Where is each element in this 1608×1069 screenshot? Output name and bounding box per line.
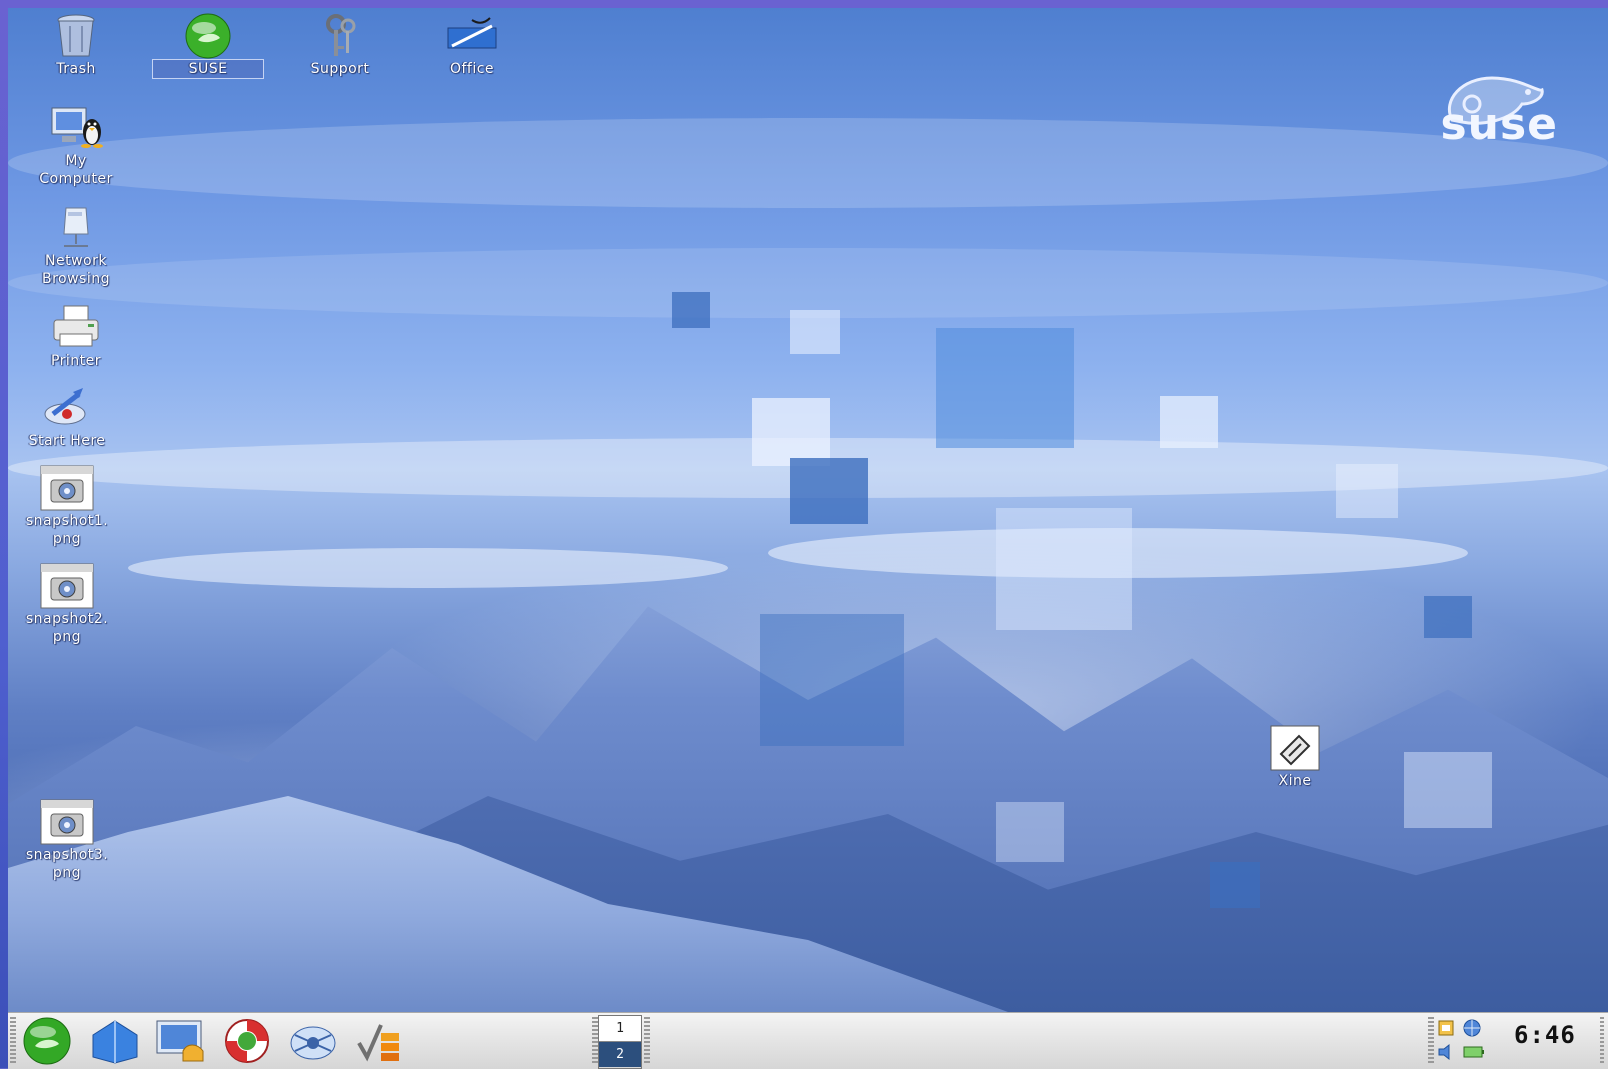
pager-desktop-2[interactable]: 2 (599, 1042, 641, 1067)
home-folder-icon (92, 1020, 138, 1064)
desktop-icon-snapshot1[interactable]: snapshot1.png (12, 464, 122, 548)
office-launcher[interactable] (348, 1017, 410, 1065)
image-file-icon (40, 563, 94, 609)
desktop-pager[interactable]: 1 2 (598, 1015, 642, 1069)
my-computer-icon (51, 107, 103, 148)
clipboard-icon (1438, 1020, 1454, 1036)
help-lifebuoy-icon (225, 1019, 269, 1063)
decor-square (1160, 396, 1218, 448)
taskbar: 1 2 6:46 (8, 1012, 1608, 1069)
desktop-icon-support[interactable]: Support (285, 12, 395, 78)
home-folder-launcher[interactable] (84, 1017, 146, 1065)
tray-item[interactable] (1436, 1043, 1456, 1061)
desktop-icon-snapshot2[interactable]: snapshot2.png (12, 562, 122, 646)
decor-square (672, 292, 710, 328)
taskbar-handle[interactable] (1600, 1017, 1604, 1065)
decor-square (1210, 862, 1260, 908)
suse-menu-button[interactable] (16, 1017, 78, 1065)
suse-icon (185, 13, 231, 59)
start-here-icon (44, 388, 86, 425)
decor-square (790, 310, 840, 354)
trash-icon (57, 14, 95, 57)
show-desktop-launcher[interactable] (150, 1017, 212, 1065)
decor-square (1424, 596, 1472, 638)
taskbar-clock[interactable]: 6:46 (1514, 1021, 1576, 1049)
decor-square (1336, 464, 1398, 518)
decor-square (790, 458, 868, 524)
desktop-icon-my-computer[interactable]: My Computer (21, 104, 131, 188)
suse-logo: suse (1408, 70, 1558, 150)
decor-square (996, 508, 1132, 630)
pager-desktop-1[interactable]: 1 (599, 1016, 641, 1042)
desktop-icon-start-here[interactable]: Start Here (12, 384, 122, 450)
desktop-icon (156, 1020, 204, 1062)
office-icon (447, 17, 497, 49)
help-launcher[interactable] (216, 1017, 278, 1065)
taskbar-handle[interactable] (644, 1017, 650, 1065)
tray-item[interactable] (1462, 1043, 1484, 1061)
suse-menu-icon (23, 1017, 71, 1065)
battery-icon (1463, 1046, 1484, 1058)
network-icon (63, 207, 89, 247)
sky-band (8, 248, 1608, 318)
decor-square (996, 802, 1064, 862)
desktop-icon-snapshot3[interactable]: snapshot3.png (12, 798, 122, 882)
konqueror-launcher[interactable] (282, 1017, 344, 1065)
snow-patch (128, 548, 728, 588)
tray-item[interactable] (1462, 1019, 1482, 1037)
image-file-icon (40, 465, 94, 511)
tray-item[interactable] (1436, 1019, 1456, 1037)
desktop-icon-printer[interactable]: Printer (21, 304, 131, 370)
taskbar-handle[interactable] (1428, 1017, 1434, 1065)
xine-icon (1270, 725, 1320, 771)
desktop-icon-trash[interactable]: Trash (21, 12, 131, 78)
decor-square (936, 328, 1074, 448)
decor-square (760, 614, 904, 746)
office-launcher-icon (357, 1024, 399, 1062)
desktop[interactable]: suse Trash SUSE Support Office My Comput… (8, 8, 1608, 1012)
support-keys-icon (326, 14, 356, 56)
sky-band (8, 118, 1608, 208)
desktop-icon-network-browsing[interactable]: Network Browsing (21, 204, 131, 288)
suse-brand-text: suse (1440, 99, 1558, 150)
desktop-icon-office[interactable]: Office (417, 12, 527, 78)
image-file-icon (40, 799, 94, 845)
system-tray (1436, 1019, 1496, 1065)
desktop-icon-suse[interactable]: SUSE (152, 12, 264, 79)
decor-square (752, 398, 830, 466)
update-globe-icon (1463, 1019, 1481, 1037)
konqueror-icon (290, 1026, 336, 1060)
printer-icon (53, 305, 99, 347)
desktop-icon-xine[interactable]: Xine (1240, 724, 1350, 790)
decor-square (1404, 752, 1492, 828)
volume-icon (1438, 1043, 1450, 1061)
